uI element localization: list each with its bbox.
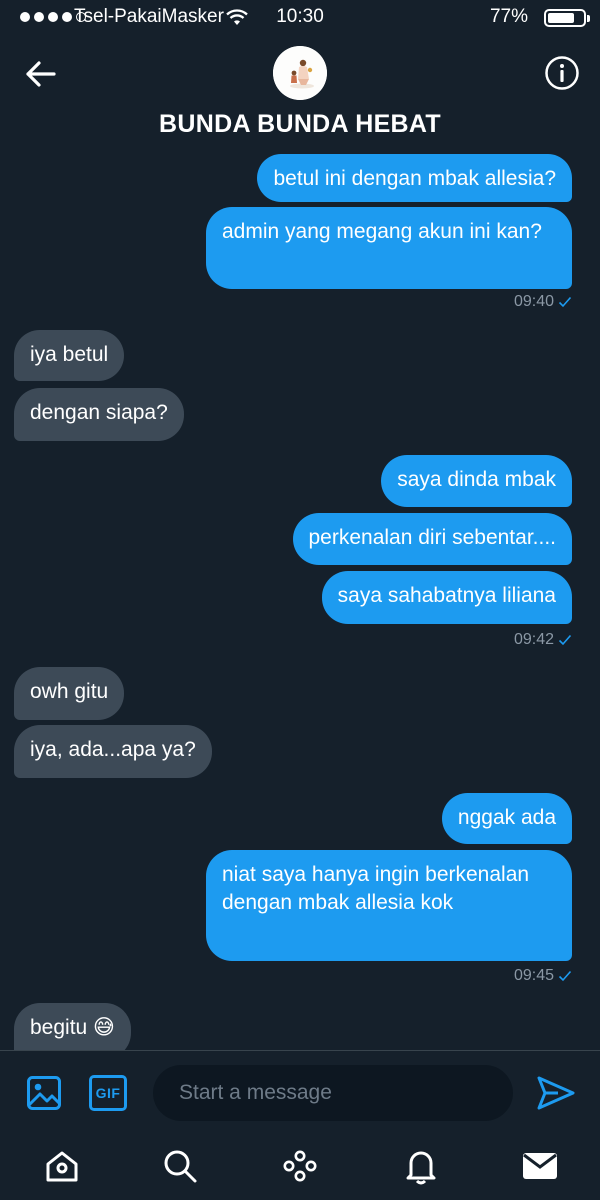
message-bubble-sent[interactable]: saya dinda mbak [381, 455, 572, 507]
battery-percentage: 77% [489, 6, 528, 27]
group-avatar[interactable] [273, 46, 327, 100]
message-timestamp: 09:40 [514, 293, 572, 311]
status-bar: Tsel-PakaiMasker 10:30 77% [0, 0, 600, 36]
message-bubble-received[interactable]: dengan siapa? [14, 388, 184, 441]
message-bubble-received[interactable]: iya betul [14, 330, 125, 381]
message-input[interactable] [153, 1065, 513, 1121]
message-bubble-sent[interactable]: nggak ada [441, 793, 572, 844]
read-check-icon [558, 634, 572, 646]
mail-icon [523, 1153, 557, 1179]
message-timestamp: 09:45 [514, 967, 572, 985]
message-list[interactable]: betul ini dengan mbak allesia? admin yan… [0, 150, 600, 1050]
message-timestamp: 09:42 [514, 631, 572, 649]
tab-spaces[interactable] [280, 1146, 320, 1186]
message-bubble-sent[interactable]: niat saya hanya ingin berkenalan dengan … [206, 850, 572, 961]
message-bubble-received[interactable]: owh gitu [14, 667, 125, 720]
home-icon [46, 1151, 78, 1182]
timestamp-text: 09:45 [513, 967, 554, 984]
carrier-name: Tsel-PakaiMasker [74, 6, 224, 27]
timestamp-text: 09:40 [513, 293, 554, 310]
tab-home[interactable] [42, 1146, 82, 1186]
read-check-icon [558, 970, 572, 982]
group-avatar-icon [273, 46, 327, 100]
message-bubble-sent[interactable]: admin yang megang akun ini kan? [206, 207, 572, 289]
image-icon[interactable] [26, 1075, 62, 1111]
wifi-icon [226, 9, 248, 25]
battery-icon [544, 9, 590, 27]
message-bubble-sent[interactable]: saya sahabatnya liliana [321, 571, 572, 624]
gif-button[interactable]: GIF [89, 1075, 127, 1111]
send-icon[interactable] [536, 1075, 576, 1111]
tab-search[interactable] [160, 1146, 200, 1186]
message-composer: GIF [0, 1050, 600, 1135]
tab-messages[interactable] [520, 1146, 560, 1186]
back-arrow-icon[interactable] [20, 54, 60, 94]
message-bubble-received[interactable]: iya, ada...apa ya? [14, 725, 212, 778]
gif-label: GIF [95, 1085, 121, 1101]
bell-icon [406, 1151, 436, 1185]
spaces-icon [283, 1150, 317, 1182]
tab-notifications[interactable] [401, 1146, 441, 1186]
read-check-icon [558, 296, 572, 308]
bottom-tab-bar [0, 1134, 600, 1200]
message-bubble-sent[interactable]: betul ini dengan mbak allesia? [257, 154, 572, 202]
conversation-title: BUNDA BUNDA HEBAT [159, 110, 441, 138]
message-bubble-sent[interactable]: perkenalan diri sebentar.... [292, 513, 572, 565]
message-bubble-received[interactable]: begitu 😅 [14, 1003, 131, 1050]
search-icon [164, 1150, 197, 1183]
timestamp-text: 09:42 [513, 631, 554, 648]
info-icon[interactable] [544, 55, 580, 91]
